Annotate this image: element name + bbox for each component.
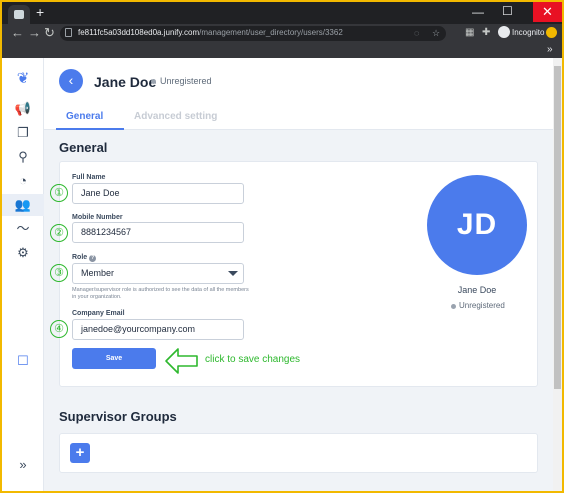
stopwatch-icon[interactable]: ◔ (2, 170, 44, 192)
full-name-field[interactable]: Jane Doe (72, 183, 244, 204)
puzzle-icon[interactable]: ✚ (482, 27, 490, 39)
mobile-number-field[interactable]: 8881234567 (72, 222, 244, 243)
bookmarks-bar: » (2, 44, 562, 58)
browser-window: + — ☐ ✕ ← → ↻ fe811fc5a03dd108ed0a.junif… (0, 0, 564, 493)
maximize-icon[interactable]: ☐ (502, 4, 513, 18)
eye-off-icon[interactable]: ◌ (414, 26, 419, 41)
back-arrow-icon[interactable]: ← (11, 26, 24, 40)
scrollbar-thumb[interactable] (554, 66, 561, 389)
close-icon[interactable]: ✕ (533, 2, 562, 22)
incognito-label: Incognito (512, 28, 545, 37)
chevron-down-icon (228, 271, 238, 276)
cards-icon[interactable]: ❐ (2, 122, 44, 144)
address-bar[interactable]: fe811fc5a03dd108ed0a.junify.com/manageme… (60, 26, 446, 41)
leaf-logo-icon[interactable]: ❦ (2, 68, 44, 90)
profile-name: Jane Doe (457, 285, 497, 295)
mobile-number-label: Mobile Number (72, 214, 123, 221)
location-pin-icon[interactable]: ⚲ (2, 146, 44, 168)
bookmarks-more-icon[interactable]: » (547, 44, 553, 56)
annotation-number-1: ① (50, 184, 68, 202)
browser-toolbar: ← → ↻ fe811fc5a03dd108ed0a.junify.com/ma… (2, 24, 562, 44)
full-name-label: Full Name (72, 174, 106, 181)
role-value: Member (81, 268, 115, 278)
role-label: Role? (72, 254, 97, 262)
url-text: fe811fc5a03dd108ed0a.junify.com/manageme… (78, 28, 343, 37)
main-content: ‹ Jane Doe Unregistered General Advanced… (44, 58, 553, 491)
expand-icon[interactable]: » (2, 454, 44, 476)
annotation-number-3: ③ (50, 264, 68, 282)
annotation-number-2: ② (50, 224, 68, 242)
lock-icon (65, 28, 72, 37)
gear-icon[interactable]: ⚙ (2, 242, 44, 264)
star-icon[interactable]: ☆ (432, 26, 440, 41)
scrollbar[interactable] (553, 58, 562, 491)
users-icon[interactable]: 👥 (2, 194, 44, 216)
annotation-hint: click to save changes (205, 354, 301, 365)
company-email-label: Company Email (72, 310, 125, 317)
back-button[interactable]: ‹ (59, 69, 83, 93)
avatar: JD (427, 175, 527, 275)
add-group-button[interactable]: + (70, 443, 90, 463)
tab-general[interactable]: General (66, 111, 103, 122)
minimize-icon[interactable]: — (472, 5, 484, 19)
active-tab-indicator (56, 128, 124, 130)
profile-status: Unregistered (459, 301, 505, 310)
sidebar: ❦ 📢 ❐ ⚲ ◔ 👥 〜 ⚙ ☐ » (2, 58, 44, 491)
browser-tab[interactable] (8, 5, 30, 24)
help-icon[interactable]: ? (89, 255, 97, 262)
tab-advanced-setting[interactable]: Advanced setting (134, 111, 217, 122)
page-title: Jane Doe (94, 74, 157, 90)
forward-arrow-icon[interactable]: → (28, 26, 41, 40)
incognito-icon (498, 26, 510, 38)
user-header: ‹ Jane Doe Unregistered General Advanced… (44, 58, 553, 130)
role-description: Manager/supervisor role is authorized to… (72, 287, 249, 300)
status-dot (151, 79, 156, 84)
extension-icon[interactable]: ▦ (465, 27, 474, 39)
role-label-text: Role (72, 254, 88, 261)
supervisor-groups-card: + (59, 433, 538, 473)
company-email-field[interactable]: janedoe@yourcompany.com (72, 319, 244, 340)
annotation-arrow-icon (165, 348, 198, 374)
profile-icon[interactable] (546, 27, 557, 38)
reload-icon[interactable]: ↻ (44, 26, 55, 40)
supervisor-groups-title: Supervisor Groups (59, 409, 177, 424)
annotation-number-4: ④ (50, 320, 68, 338)
status-text: Unregistered (160, 76, 212, 86)
general-section-title: General (59, 140, 108, 155)
favicon-icon (14, 10, 24, 19)
new-tab-button[interactable]: + (36, 4, 44, 20)
role-select[interactable]: Member (72, 263, 244, 284)
megaphone-icon[interactable]: 📢 (2, 98, 44, 120)
save-button[interactable]: Save (72, 348, 156, 369)
chat-icon[interactable]: ☐ (2, 350, 44, 372)
activity-icon[interactable]: 〜 (2, 218, 44, 240)
profile-status-dot (451, 304, 456, 309)
page-viewport: ❦ 📢 ❐ ⚲ ◔ 👥 〜 ⚙ ☐ » ‹ Jane Doe Unregiste… (2, 58, 562, 491)
tab-strip: + — ☐ ✕ (2, 2, 562, 24)
